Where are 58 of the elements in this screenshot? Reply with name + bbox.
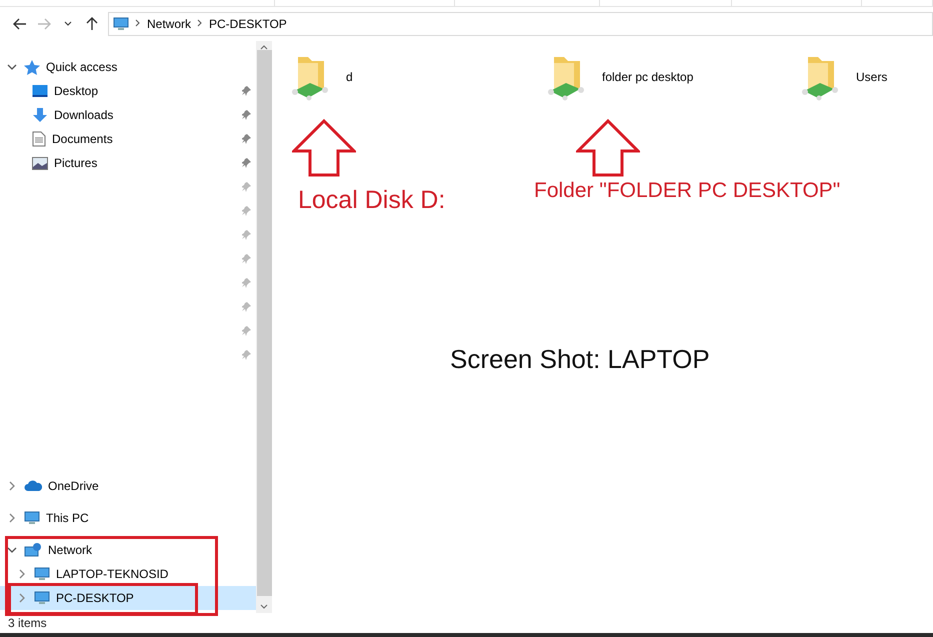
up-arrow-annotation [576,119,640,177]
expand-chevron-icon[interactable] [18,569,26,579]
nav-tree-item[interactable]: Network [0,538,256,562]
nav-tree-item[interactable]: OneDrive [0,474,256,498]
nav-tree-item[interactable]: Desktop [0,79,256,103]
pin-icon[interactable] [242,301,252,312]
nav-tree-item[interactable]: Documents [0,127,256,151]
pin-icon[interactable] [242,349,252,360]
nav-tree-item[interactable]: Quick access [0,55,256,79]
breadcrumb-item[interactable]: PC-DESKTOP [209,17,287,31]
pin-icon[interactable] [242,157,252,168]
pin-icon[interactable] [242,85,252,96]
status-bar-text: 3 items [7,615,48,632]
computer-icon [113,17,129,31]
pin-icon[interactable] [242,277,252,288]
document-icon [32,131,46,147]
expand-chevron-icon[interactable] [18,593,26,603]
scroll-up-icon[interactable] [260,45,268,50]
nav-tree-item[interactable]: Pictures [0,151,256,175]
pin-icon[interactable] [242,253,252,264]
shared-folder-item[interactable]: folder pc desktop [548,51,802,103]
up-arrow-icon[interactable] [86,17,98,31]
scrollbar-thumb[interactable] [256,50,272,596]
collapse-chevron-icon[interactable] [7,546,17,554]
right-arrow-icon[interactable] [37,18,51,30]
nav-tree-item[interactable]: Downloads [0,103,256,127]
pin-icon[interactable] [242,181,252,192]
cloud-icon [24,480,42,492]
nav-tree-item[interactable]: LAPTOP-TEKNOSID [0,562,256,586]
down-arrow-icon [32,107,48,123]
breadcrumb-item[interactable]: Network [147,17,192,31]
expand-chevron-icon[interactable] [8,513,16,523]
annotation-label: Local Disk D: [298,186,446,215]
picture-icon [32,156,48,170]
pin-icon[interactable] [242,205,252,216]
computer-icon [34,591,50,605]
left-arrow-icon[interactable] [13,18,27,30]
address-bar[interactable]: Network PC-DESKTOP [108,12,933,36]
scroll-down-icon[interactable] [260,604,268,609]
caption-text: Screen Shot: LAPTOP [450,344,710,375]
pin-icon[interactable] [242,325,252,336]
annotation-label: Folder "FOLDER PC DESKTOP" [534,179,840,203]
up-arrow-annotation [292,119,356,177]
collapse-chevron-icon[interactable] [7,63,17,71]
star-icon [24,60,40,74]
network-icon [24,542,42,558]
shared-folder-item[interactable]: d [292,51,548,103]
computer-icon [34,567,50,581]
pin-icon[interactable] [242,133,252,144]
desktop-icon [32,84,48,98]
pin-icon[interactable] [242,229,252,240]
computer-icon [24,511,40,525]
pin-icon[interactable] [242,109,252,120]
chevron-down-icon[interactable] [64,21,72,27]
nav-tree-item[interactable]: This PC [0,506,256,530]
expand-chevron-icon[interactable] [8,481,16,491]
nav-tree-item[interactable]: PC-DESKTOP [0,586,256,610]
shared-folder-item[interactable]: Users [802,51,933,103]
